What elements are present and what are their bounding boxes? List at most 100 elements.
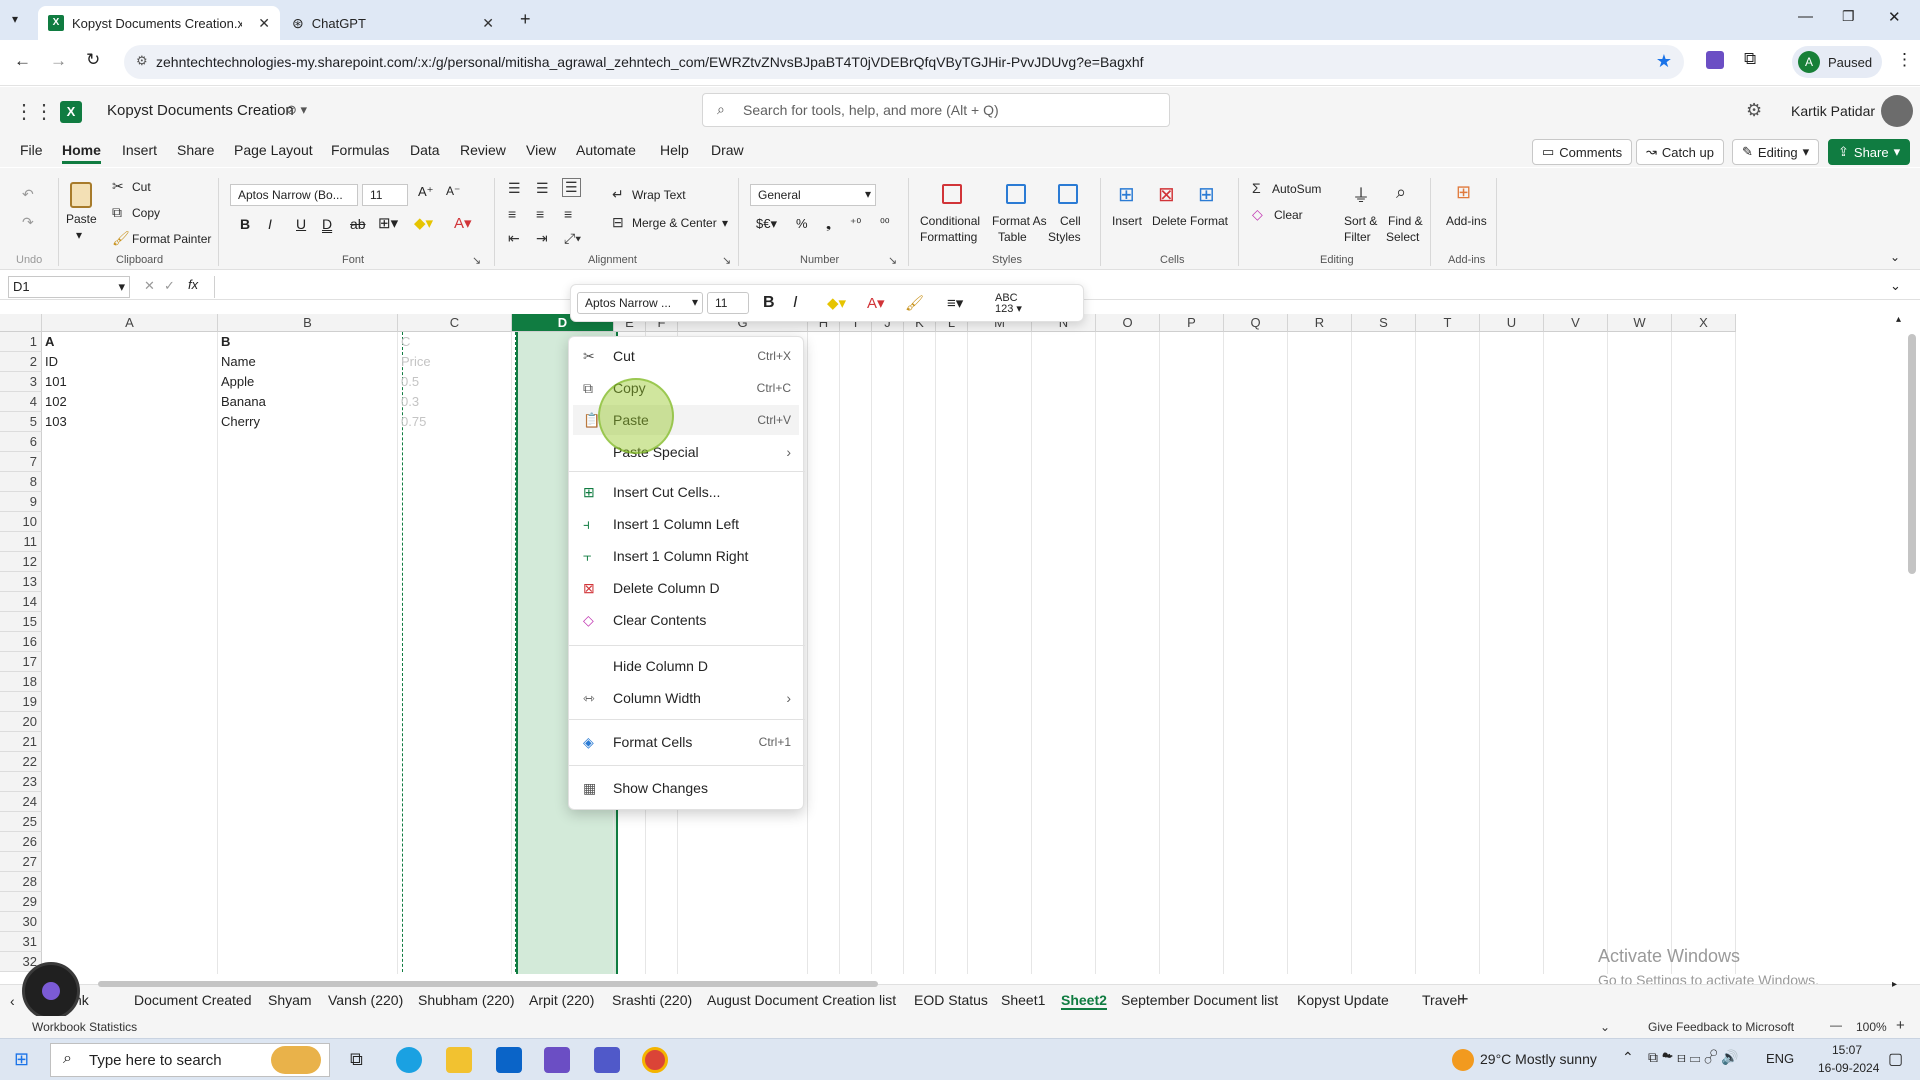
double-underline-icon[interactable]: D <box>322 216 332 232</box>
paste-label[interactable]: Paste <box>66 212 97 226</box>
edge-browser-icon[interactable] <box>396 1047 422 1073</box>
status-chevron-icon[interactable]: ⌄ <box>1600 1020 1610 1034</box>
row-header[interactable]: 9 <box>0 492 42 512</box>
comma-style-icon[interactable]: ❟ <box>826 216 831 232</box>
tab-draw[interactable]: Draw <box>711 142 744 158</box>
bold-icon[interactable]: B <box>240 216 250 232</box>
scroll-tabs-left-icon[interactable]: ‹ <box>10 993 15 1009</box>
align-center-icon[interactable]: ≡ <box>536 206 544 222</box>
column-header-v[interactable]: V <box>1544 314 1608 332</box>
column-header-c[interactable]: C <box>398 314 512 332</box>
zoom-out-icon[interactable]: — <box>1830 1018 1842 1032</box>
mini-format-painter-icon[interactable]: 🖌 <box>905 294 924 312</box>
align-top-icon[interactable]: ☰ <box>508 180 521 197</box>
column-header-x[interactable]: X <box>1672 314 1736 332</box>
tab-data[interactable]: Data <box>410 142 440 158</box>
mini-size-select[interactable]: 11 <box>707 292 749 314</box>
format-painter-button[interactable]: Format Painter <box>132 232 211 246</box>
confirm-entry-icon[interactable]: ✓ <box>164 278 175 294</box>
format-painter-brush-icon[interactable]: 🖌 <box>112 230 130 247</box>
merge-center-button[interactable]: Merge & Center <box>632 216 717 230</box>
column-header-t[interactable]: T <box>1416 314 1480 332</box>
font-dialog-launcher-icon[interactable]: ↘ <box>472 254 481 267</box>
cell-styles-label-2[interactable]: Styles <box>1048 230 1081 244</box>
mail-icon[interactable] <box>496 1047 522 1073</box>
doc-title-chevron-icon[interactable]: ⊘ ▾ <box>286 102 307 118</box>
site-info-icon[interactable]: ⚙ <box>136 53 148 69</box>
cell-c2[interactable]: Price <box>401 352 431 372</box>
column-header-r[interactable]: R <box>1288 314 1352 332</box>
feedback-link[interactable]: Give Feedback to Microsoft <box>1648 1020 1794 1034</box>
horizontal-scrollbar[interactable] <box>98 981 878 987</box>
mini-bold-icon[interactable]: B <box>763 294 775 312</box>
input-language[interactable]: ENG <box>1766 1051 1794 1066</box>
align-middle-icon[interactable]: ☰ <box>536 180 549 197</box>
profile-button[interactable]: A Paused <box>1792 46 1882 78</box>
restore-icon[interactable]: ❐ <box>1842 8 1855 25</box>
tab-help[interactable]: Help <box>660 142 689 158</box>
add-sheet-icon[interactable]: + <box>1458 989 1469 1010</box>
sheet-tab-active[interactable]: Sheet2 <box>1061 992 1107 1010</box>
format-cells-icon[interactable]: ⊞ <box>1198 182 1215 207</box>
collapse-ribbon-icon[interactable]: ⌄ <box>1890 250 1900 264</box>
sort-filter-label-2[interactable]: Filter <box>1344 230 1371 244</box>
mini-font-select[interactable]: Aptos Narrow ... ▾ <box>577 292 703 314</box>
sheet-tab[interactable]: Travel <box>1422 992 1460 1008</box>
row-header[interactable]: 24 <box>0 792 42 812</box>
row-header[interactable]: 25 <box>0 812 42 832</box>
row-header[interactable]: 6 <box>0 432 42 452</box>
conditional-formatting-label[interactable]: Conditional <box>920 214 980 228</box>
scroll-up-icon[interactable]: ▴ <box>1896 314 1901 325</box>
extensions-puzzle-icon[interactable]: ⧉ <box>1744 49 1756 69</box>
menu-item-cut[interactable]: ✂ Cut Ctrl+X <box>573 341 799 371</box>
zoom-level[interactable]: 100% <box>1856 1020 1887 1034</box>
sheet-tab[interactable]: Shubham (220) <box>418 992 515 1008</box>
sheet-tab[interactable]: Srashti (220) <box>612 992 692 1008</box>
tab-formulas[interactable]: Formulas <box>331 142 389 158</box>
row-header[interactable]: 18 <box>0 672 42 692</box>
row-header[interactable]: 23 <box>0 772 42 792</box>
italic-icon[interactable]: I <box>268 216 272 232</box>
window-close-icon[interactable]: ✕ <box>1888 8 1901 26</box>
bookmark-star-icon[interactable]: ★ <box>1656 51 1672 72</box>
editing-mode-button[interactable]: ✎ Editing ▾ <box>1732 139 1820 165</box>
notifications-icon[interactable]: ▢ <box>1888 1049 1903 1069</box>
row-header[interactable]: 8 <box>0 472 42 492</box>
autosum-sigma-icon[interactable]: Σ <box>1252 180 1261 196</box>
cell-a1[interactable]: A <box>45 332 54 352</box>
strikethrough-icon[interactable]: ab <box>350 216 366 232</box>
column-header-b[interactable]: B <box>218 314 398 332</box>
row-header[interactable]: 29 <box>0 892 42 912</box>
number-format-select[interactable]: General ▾ <box>750 184 876 206</box>
row-header[interactable]: 16 <box>0 632 42 652</box>
cut-button[interactable]: Cut <box>132 180 151 194</box>
sheet-tab[interactable]: Document Created <box>134 992 252 1008</box>
row-header[interactable]: 21 <box>0 732 42 752</box>
url-field[interactable]: ⚙ zehntechtechnologies-my.sharepoint.com… <box>124 45 1684 79</box>
tab-page-layout[interactable]: Page Layout <box>234 142 313 158</box>
wrap-text-button[interactable]: Wrap Text <box>632 188 686 202</box>
search-box[interactable]: ⌕ Search for tools, help, and more (Alt … <box>702 93 1170 127</box>
scroll-right-icon[interactable]: ▸ <box>1892 979 1897 990</box>
copy-icon[interactable]: ⧉ <box>112 204 122 221</box>
cut-scissors-icon[interactable]: ✂ <box>112 178 124 195</box>
select-all-corner[interactable] <box>0 314 42 332</box>
font-name-select[interactable]: Aptos Narrow (Bo... <box>230 184 358 206</box>
row-header[interactable]: 5 <box>0 412 42 432</box>
cell-styles-label[interactable]: Cell <box>1060 214 1081 228</box>
number-dialog-launcher-icon[interactable]: ↘ <box>888 254 897 267</box>
row-header[interactable]: 30 <box>0 912 42 932</box>
mini-italic-icon[interactable]: I <box>793 294 797 312</box>
row-header[interactable]: 1 <box>0 332 42 352</box>
insert-function-icon[interactable]: fx <box>188 277 198 292</box>
expand-formula-bar-icon[interactable]: ⌄ <box>1890 278 1901 294</box>
tray-apps-icon[interactable]: ⧉ ☁ ⊟ ▭ ☍ 🔊 <box>1648 1049 1739 1066</box>
tab-review[interactable]: Review <box>460 142 506 158</box>
column-header-a[interactable]: A <box>42 314 218 332</box>
menu-item-format-cells[interactable]: ◈ Format Cells Ctrl+1 <box>573 727 799 757</box>
cell-a5[interactable]: 103 <box>45 412 67 432</box>
clock-time[interactable]: 15:07 <box>1832 1043 1862 1057</box>
find-select-icon[interactable]: ⌕ <box>1396 182 1406 203</box>
teams-work-icon[interactable] <box>544 1047 570 1073</box>
task-view-icon[interactable]: ⧉ <box>350 1049 363 1070</box>
